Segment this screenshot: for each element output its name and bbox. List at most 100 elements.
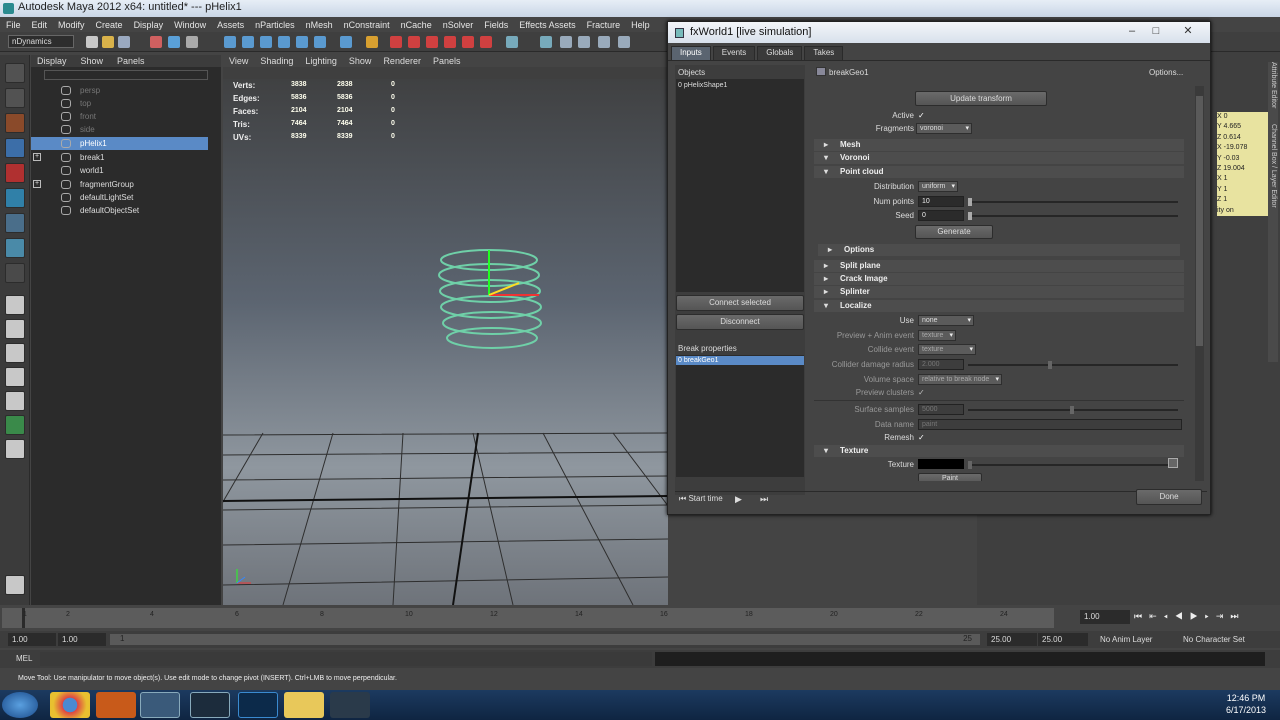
character-set-dropdown[interactable]: No Character Set: [1175, 633, 1265, 646]
menu-nsolver[interactable]: nSolver: [443, 20, 474, 30]
select-hierarchy-icon[interactable]: [150, 36, 162, 48]
houdini-icon[interactable]: [96, 692, 136, 718]
channel-row[interactable]: Y -0.03: [1217, 154, 1268, 164]
menu-display[interactable]: Display: [134, 20, 164, 30]
system-clock[interactable]: 12:46 PM 6/17/2013: [1226, 692, 1266, 716]
menu-file[interactable]: File: [6, 20, 21, 30]
break-properties-list[interactable]: 0 breakGeo1: [676, 355, 804, 477]
select-tool-icon[interactable]: [5, 63, 25, 83]
tab-takes[interactable]: Takes: [804, 46, 844, 60]
current-frame-field[interactable]: 1.00: [1080, 610, 1130, 624]
outliner-menu-panels[interactable]: Panels: [117, 56, 145, 66]
section-split-plane[interactable]: ▸ Split plane: [814, 260, 1184, 272]
time-slider[interactable]: 1 2 4 6 8 10 12 14 16 18 20 22 24 1.00 ⏮…: [0, 606, 1280, 630]
section-voronoi[interactable]: ▾ Voronoi: [814, 152, 1184, 164]
channel-row[interactable]: Z 0.614: [1217, 133, 1268, 143]
texture-swatch[interactable]: [918, 459, 964, 469]
fragments-dropdown[interactable]: voronoi: [916, 123, 972, 134]
seed-field[interactable]: 0: [918, 210, 964, 221]
script-editor-icon[interactable]: [5, 575, 25, 595]
chrome-icon[interactable]: [50, 692, 90, 718]
outliner-item-defaultlightset[interactable]: defaultLightSet: [31, 191, 208, 204]
outliner-item-side[interactable]: side: [31, 123, 208, 136]
num-points-slider[interactable]: [968, 198, 1178, 206]
range-slider-bar[interactable]: 1 25: [110, 634, 980, 645]
section-splinter[interactable]: ▸ Splinter: [814, 286, 1184, 298]
lock-icon[interactable]: [366, 36, 378, 48]
section-mesh[interactable]: ▸ Mesh: [814, 139, 1184, 151]
anim-layer-dropdown[interactable]: No Anim Layer: [1090, 633, 1172, 646]
done-button[interactable]: Done: [1136, 489, 1202, 505]
construction-history-icon[interactable]: [340, 36, 352, 48]
expand-icon[interactable]: +: [33, 180, 41, 188]
section-point-cloud[interactable]: ▾ Point cloud: [814, 166, 1184, 178]
tab-attribute-editor[interactable]: Attribute Editor: [1270, 62, 1277, 108]
select-component-icon[interactable]: [186, 36, 198, 48]
objects-list[interactable]: 0 pHelixShape1: [676, 79, 804, 292]
move-manipulator[interactable]: [488, 250, 539, 296]
snap-point-icon[interactable]: [260, 36, 272, 48]
ipr-render-icon[interactable]: [408, 36, 420, 48]
menu-effects-assets[interactable]: Effects Assets: [519, 20, 575, 30]
outliner-item-top[interactable]: top: [31, 97, 208, 110]
menu-fields[interactable]: Fields: [484, 20, 508, 30]
tab-events[interactable]: Events: [712, 46, 756, 60]
history-icon[interactable]: [314, 36, 326, 48]
channel-row[interactable]: Z 19.004: [1217, 164, 1268, 174]
outliner-item-break1[interactable]: + break1: [31, 151, 208, 164]
preview-clusters-checkbox[interactable]: ✓: [918, 388, 927, 397]
disconnect-button[interactable]: Disconnect: [676, 314, 804, 330]
paint-button[interactable]: Paint: [918, 473, 982, 481]
surface-samples-field[interactable]: 5000: [918, 404, 964, 415]
close-button[interactable]: ✕: [1176, 24, 1200, 39]
layout-outliner-icon[interactable]: [5, 391, 25, 411]
perspective-viewport[interactable]: View Shading Lighting Show Renderer Pane…: [223, 55, 668, 605]
playback-end-field[interactable]: 25.00: [987, 633, 1037, 646]
snap-surface-icon[interactable]: [296, 36, 308, 48]
menu-set-dropdown[interactable]: nDynamics: [8, 35, 74, 48]
open-scene-icon[interactable]: [102, 36, 114, 48]
render-settings-icon[interactable]: [426, 36, 438, 48]
section-crack-image[interactable]: ▸ Crack Image: [814, 273, 1184, 285]
command-input[interactable]: [40, 652, 652, 666]
list-item[interactable]: 0 breakGeo1: [676, 356, 804, 365]
explorer-icon[interactable]: [284, 692, 324, 718]
section-localize[interactable]: ▾ Localize: [814, 300, 1184, 312]
menu-nconstraint[interactable]: nConstraint: [344, 20, 390, 30]
section-texture[interactable]: ▾ Texture: [814, 445, 1184, 457]
outliner-item-defaultobjectset[interactable]: defaultObjectSet: [31, 204, 208, 217]
snap-curve-icon[interactable]: [242, 36, 254, 48]
layout-single-icon[interactable]: [5, 295, 25, 315]
channel-row[interactable]: X 1: [1217, 174, 1268, 184]
menu-help[interactable]: Help: [631, 20, 650, 30]
scrollbar-thumb[interactable]: [1196, 96, 1203, 346]
generate-button[interactable]: Generate: [915, 225, 993, 239]
batch-render-icon[interactable]: [480, 36, 492, 48]
section-options[interactable]: ▸ Options: [818, 244, 1180, 256]
outliner-item-fragmentgroup[interactable]: + fragmentGroup: [31, 178, 208, 191]
start-button-icon[interactable]: [2, 692, 38, 718]
update-transform-button[interactable]: Update transform: [915, 91, 1047, 106]
outliner-item-front[interactable]: front: [31, 110, 208, 123]
menu-create[interactable]: Create: [96, 20, 123, 30]
layout-four-icon[interactable]: [5, 319, 25, 339]
layout-graph-icon[interactable]: [5, 415, 25, 435]
preview-anim-event-dropdown[interactable]: texture: [918, 330, 956, 341]
rotate-tool-icon[interactable]: [5, 163, 25, 183]
minimize-button[interactable]: –: [1120, 24, 1144, 39]
mel-label[interactable]: MEL: [16, 654, 32, 663]
soft-mod-tool-icon[interactable]: [5, 238, 25, 258]
paint-select-tool-icon[interactable]: [5, 113, 25, 133]
move-tool-icon[interactable]: [5, 138, 25, 158]
new-scene-icon[interactable]: [86, 36, 98, 48]
outliner-menu-display[interactable]: Display: [37, 56, 67, 66]
channel-row[interactable]: X -19.078: [1217, 143, 1268, 153]
tool-icon[interactable]: [330, 692, 370, 718]
lasso-tool-icon[interactable]: [5, 88, 25, 108]
animation-end-field[interactable]: 25.00: [1038, 633, 1088, 646]
collider-damage-radius-field[interactable]: 2.000: [918, 359, 964, 370]
step-forward-icon[interactable]: ⏭: [760, 494, 768, 505]
options-menu[interactable]: Options...: [1149, 68, 1183, 77]
menu-window[interactable]: Window: [174, 20, 206, 30]
distribution-dropdown[interactable]: uniform: [918, 181, 958, 192]
